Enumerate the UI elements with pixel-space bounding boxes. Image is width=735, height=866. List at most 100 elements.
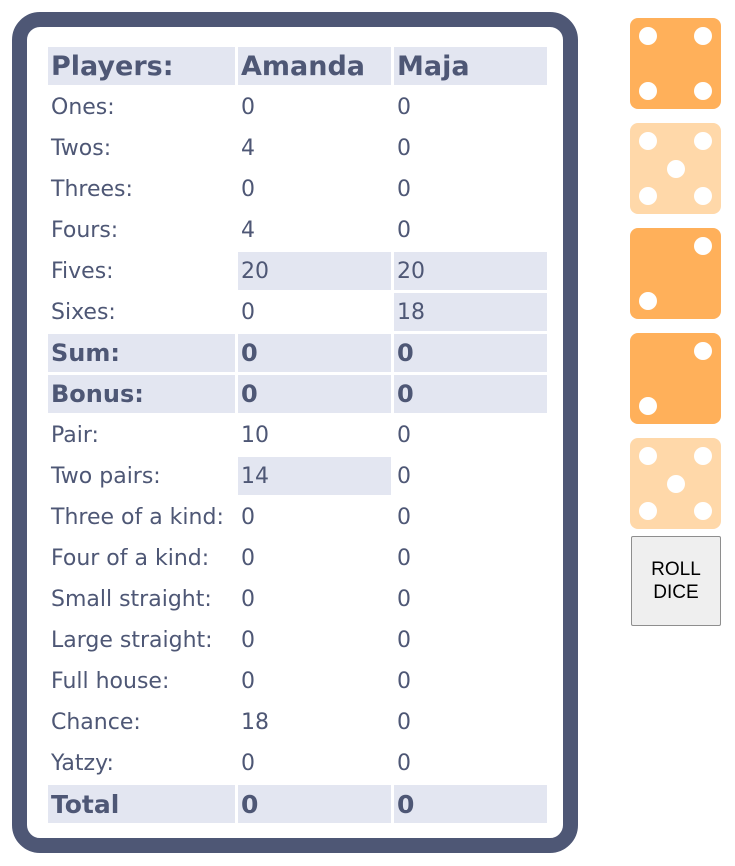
score-cell[interactable]: 0 [238,580,391,618]
score-row-pair: Pair: 10 0 [48,416,547,454]
scorecard: Players: Amanda Maja Ones: 0 0 Twos: 4 0… [12,12,578,853]
row-label: Ones: [51,94,115,120]
score-cell[interactable]: 0 [238,621,391,659]
score-cell: 0 [238,375,391,413]
die-1[interactable] [630,18,721,109]
die-pip [639,27,657,45]
score-cell[interactable]: 20 [394,252,547,290]
score-cell[interactable]: 0 [394,662,547,700]
score-cell[interactable]: 0 [394,211,547,249]
score-cell[interactable]: 0 [394,498,547,536]
die-pip [639,187,657,205]
score-row-four-of-a-kind: Four of a kind: 0 0 [48,539,547,577]
row-label: Three of a kind: [51,504,224,530]
score-cell[interactable]: 18 [394,293,547,331]
score-cell: 0 [238,334,391,372]
die-pip [666,474,685,493]
die-pip [639,292,657,310]
row-label: Chance: [51,709,141,735]
score-row-fives: Fives: 20 20 [48,252,547,290]
die-pip [694,187,712,205]
row-label: Two pairs: [51,463,161,489]
die-pip [639,447,657,465]
row-label: Small straight: [51,586,212,612]
score-row-sixes: Sixes: 0 18 [48,293,547,331]
roll-button-label: ROLL [651,559,701,580]
score-table: Players: Amanda Maja Ones: 0 0 Twos: 4 0… [45,44,550,826]
row-label: Threes: [51,176,133,202]
row-label: Fives: [51,258,114,284]
score-cell: 0 [394,375,547,413]
score-cell[interactable]: 0 [238,539,391,577]
score-cell[interactable]: 14 [238,457,391,495]
score-cell[interactable]: 0 [394,88,547,126]
score-cell[interactable]: 0 [238,293,391,331]
die-4[interactable] [630,333,721,424]
score-cell[interactable]: 0 [394,457,547,495]
die-pip [694,27,712,45]
die-pip [694,447,712,465]
score-cell: 0 [394,785,547,823]
die-5[interactable] [630,438,721,529]
score-row-large-straight: Large straight: 0 0 [48,621,547,659]
score-cell[interactable]: 18 [238,703,391,741]
score-cell[interactable]: 0 [238,662,391,700]
die-pip [694,82,712,100]
score-row-twos: Twos: 4 0 [48,129,547,167]
score-cell[interactable]: 0 [238,88,391,126]
die-pip [694,502,712,520]
row-label: Fours: [51,217,119,243]
row-label: Bonus: [48,375,235,413]
score-cell[interactable]: 0 [238,744,391,782]
roll-dice-button[interactable]: ROLL DICE [631,536,721,626]
score-cell[interactable]: 0 [394,416,547,454]
die-2[interactable] [630,123,721,214]
die-pip [639,82,657,100]
die-3[interactable] [630,228,721,319]
row-label: Twos: [51,135,112,161]
score-cell[interactable]: 0 [394,539,547,577]
row-label: Yatzy: [51,750,114,776]
score-cell[interactable]: 0 [394,744,547,782]
sum-row: Sum: 0 0 [48,334,547,372]
score-row-two-pairs: Two pairs: 14 0 [48,457,547,495]
players-header: Players: [48,47,235,85]
score-cell[interactable]: 0 [394,170,547,208]
header-row: Players: Amanda Maja [48,47,547,85]
row-label: Four of a kind: [51,545,210,571]
row-label: Sum: [48,334,235,372]
die-pip [639,132,657,150]
score-cell[interactable]: 0 [394,703,547,741]
score-cell[interactable]: 0 [394,580,547,618]
score-cell[interactable]: 4 [238,129,391,167]
score-cell[interactable]: 20 [238,252,391,290]
total-row: Total 0 0 [48,785,547,823]
score-cell[interactable]: 0 [394,621,547,659]
player-name: Amanda [238,47,391,85]
die-pip [639,397,657,415]
score-row-threes: Threes: 0 0 [48,170,547,208]
die-pip [694,132,712,150]
score-cell: 0 [394,334,547,372]
score-row-chance: Chance: 18 0 [48,703,547,741]
bonus-row: Bonus: 0 0 [48,375,547,413]
score-cell[interactable]: 0 [238,498,391,536]
die-pip [694,342,712,360]
die-pip [694,237,712,255]
player-name: Maja [394,47,547,85]
score-row-small-straight: Small straight: 0 0 [48,580,547,618]
die-pip [666,159,685,178]
score-row-yatzy: Yatzy: 0 0 [48,744,547,782]
roll-button-label: DICE [653,582,699,603]
row-label: Full house: [51,668,170,694]
score-cell[interactable]: 10 [238,416,391,454]
score-row-three-of-a-kind: Three of a kind: 0 0 [48,498,547,536]
row-label: Total [48,785,235,823]
row-label: Pair: [51,422,99,448]
score-row-fours: Fours: 4 0 [48,211,547,249]
score-cell[interactable]: 4 [238,211,391,249]
die-pip [639,502,657,520]
score-cell[interactable]: 0 [238,170,391,208]
score-row-full-house: Full house: 0 0 [48,662,547,700]
score-cell[interactable]: 0 [394,129,547,167]
